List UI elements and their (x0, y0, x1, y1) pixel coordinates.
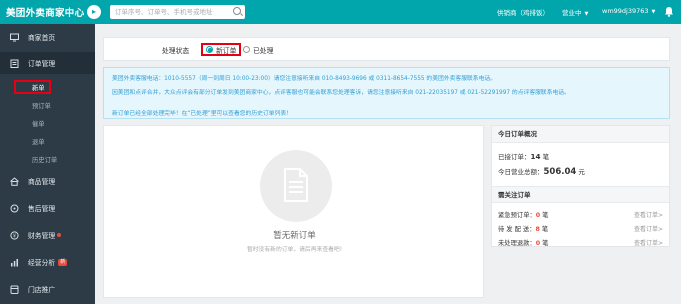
sidebar-subitem-history[interactable]: 历史订单 (0, 151, 95, 167)
sidebar-item-home[interactable]: 商家首页 (0, 26, 95, 48)
search-input[interactable] (110, 5, 230, 19)
view-orders-link[interactable]: 查看订单> (634, 224, 663, 233)
search-icon[interactable] (233, 7, 241, 15)
notice-line: 因美团和点评合并，大众点评会有部分订单发到美团商家中心，点评客服也可能会联系您处… (112, 90, 570, 96)
monitor-icon (10, 33, 19, 41)
sidebar-item-goods[interactable]: 商品管理 (0, 170, 95, 192)
status-filter: 处理状态 新订单 已处理 (103, 37, 670, 61)
coin-icon: ¥ (10, 230, 19, 240)
view-orders-link[interactable]: 查看订单> (634, 210, 663, 219)
watch-orders-title: 需关注订单 (492, 186, 669, 203)
bell-icon[interactable] (664, 6, 674, 17)
account-dropdown[interactable]: wm99dj39763 ▼ (602, 7, 655, 15)
view-orders-link[interactable]: 查看订单> (634, 238, 663, 247)
order-search[interactable] (110, 5, 245, 19)
empty-illustration (260, 150, 332, 222)
top-bar: 美团外卖商家中心 ▸ 供销商（鸡排饭） 营业中▼ wm99dj39763▼ (0, 0, 681, 24)
chevron-down-icon: ▼ (651, 9, 656, 15)
sidebar-item-store-promo[interactable]: 门店推广 (0, 278, 95, 300)
empty-title: 暂无新订单 (273, 231, 316, 241)
sidebar-item-analysis[interactable]: 经营分析新 (0, 251, 95, 273)
notification-dot (57, 233, 62, 237)
sidebar: 商家首页 订单管理 新单 预订单 催单 退单 历史订单 商品管理 售后管理 ¥ … (0, 24, 95, 304)
new-badge: 新 (58, 258, 68, 266)
radio-unchecked-icon[interactable] (243, 46, 250, 53)
empty-subtitle: 暂时没有新的订单，请后再来查看吧! (246, 247, 343, 253)
today-summary-title: 今日订单概况 (492, 126, 669, 143)
sidebar-item-orders[interactable]: 订单管理 (0, 52, 95, 74)
highlight-box (14, 80, 51, 94)
sidebar-item-after-sales[interactable]: 售后管理 (0, 197, 95, 219)
notice-line: 新订单已经全部处理完毕！在“已处理”里可以查看您的历史订单列表！ (112, 111, 292, 117)
radio-processed[interactable]: 已处理 (243, 43, 273, 56)
empty-state-panel: 暂无新订单 暂时没有新的订单，请后再来查看吧! (103, 125, 484, 298)
chevron-down-icon: ▼ (584, 11, 589, 17)
watch-row-delivery: 待 发 配 送：8 笔 查看订单> (498, 224, 663, 233)
notice-box: 美团外卖客服电话：1010-5557（周一到周日 10:00-23:00）请您注… (103, 67, 670, 119)
sidebar-subitem-new[interactable]: 新单 (0, 79, 95, 95)
radio-checked-icon[interactable] (206, 46, 213, 53)
store-icon (10, 285, 19, 294)
notice-line: 美团外卖客服电话：1010-5557（周一到周日 10:00-23:00）请您注… (112, 76, 496, 82)
svg-text:¥: ¥ (13, 233, 16, 239)
today-summary-panel: 今日订单概况 已接订单：14 笔 今日营业总额：506.04 元 需关注订单 紧… (491, 125, 670, 247)
status-dropdown[interactable]: 营业中 ▼ (562, 7, 588, 17)
sidebar-subitem-reminder[interactable]: 催单 (0, 115, 95, 131)
watch-row-urgent: 紧急预订单：0 笔 查看订单> (498, 210, 663, 219)
filter-label: 处理状态 (162, 47, 190, 55)
accepted-orders: 已接订单：14 笔 (498, 152, 550, 161)
today-revenue: 今日营业总额：506.04 元 (498, 167, 585, 177)
bar-chart-icon (11, 258, 18, 266)
watch-row-refund: 未处理退款：0 笔 查看订单> (498, 238, 663, 247)
house-icon (10, 176, 19, 186)
arrow-icon[interactable]: ▸ (87, 5, 101, 19)
sidebar-subitem-preorder[interactable]: 预订单 (0, 97, 95, 113)
document-icon (284, 168, 308, 202)
sidebar-subitem-refund[interactable]: 退单 (0, 133, 95, 149)
brand-title: 美团外卖商家中心 (6, 8, 85, 19)
sidebar-item-finance[interactable]: ¥ 财务管理 (0, 224, 95, 246)
radio-new-orders[interactable]: 新订单 (201, 43, 242, 56)
store-name[interactable]: 供销商（鸡排饭） (497, 7, 549, 17)
refresh-icon (10, 204, 19, 212)
clipboard-icon (10, 59, 19, 68)
